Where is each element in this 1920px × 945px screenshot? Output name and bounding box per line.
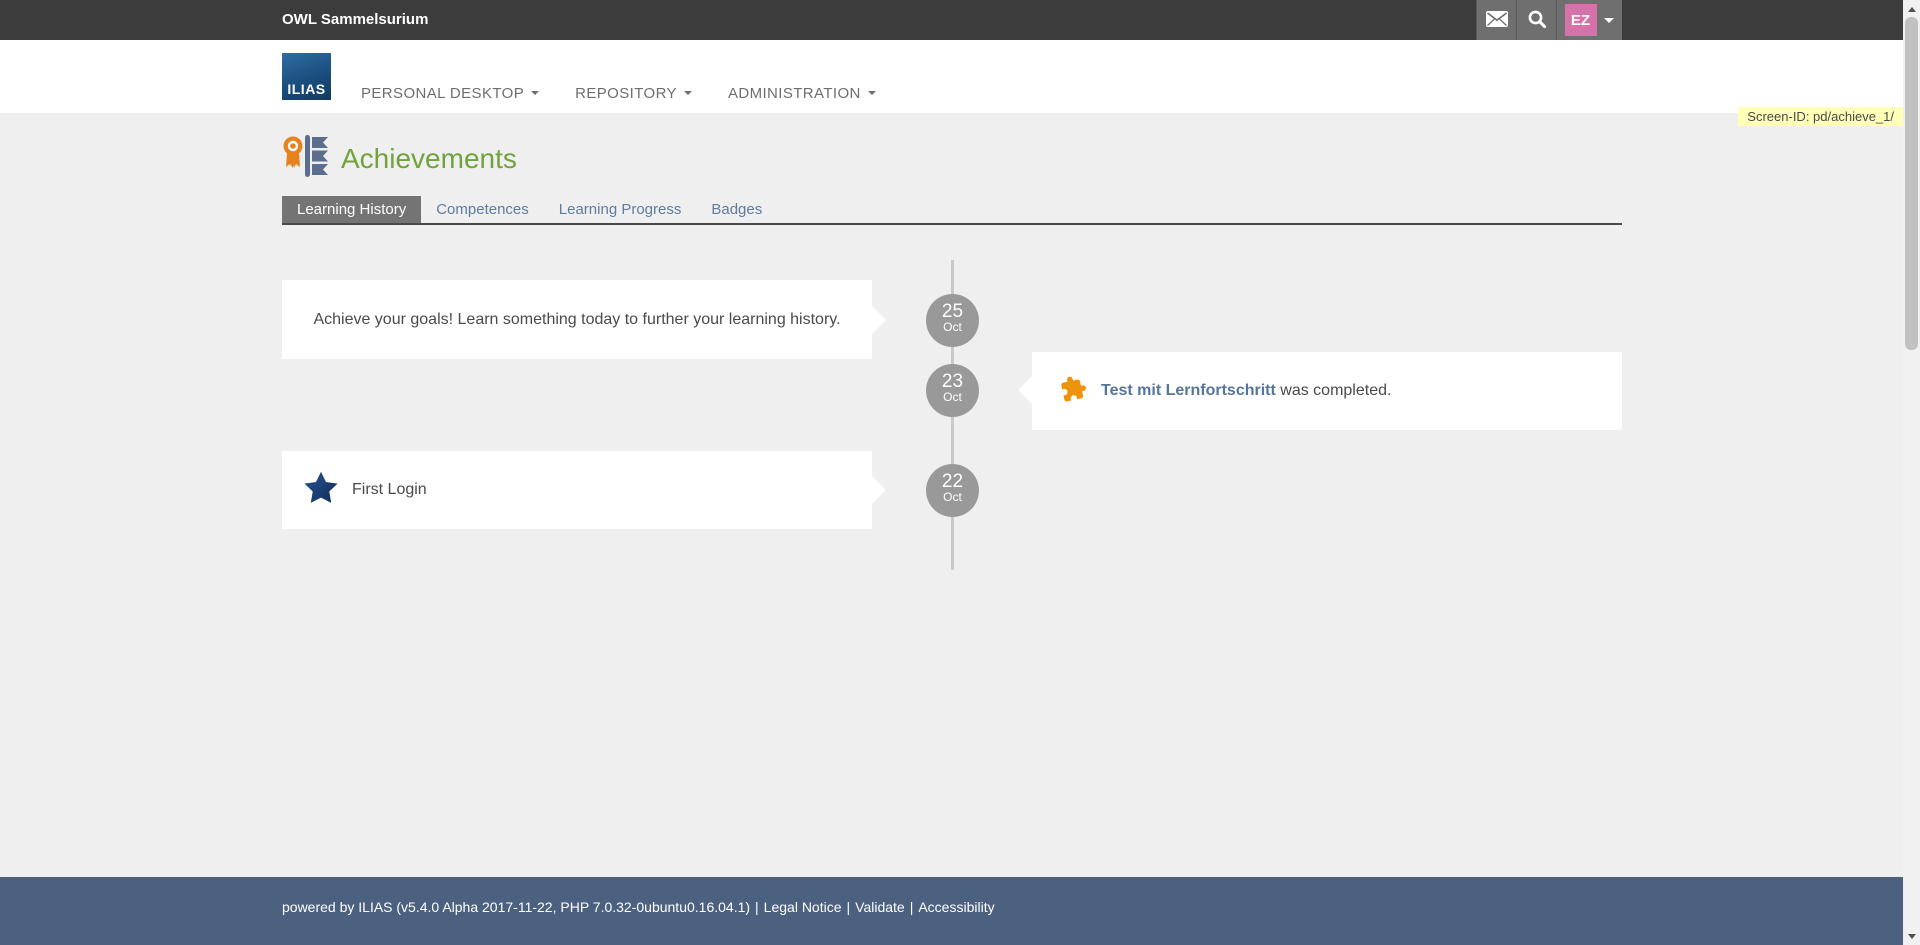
avatar: EZ [1565, 4, 1597, 36]
motivation-text: Achieve your goals! Learn something toda… [313, 311, 840, 329]
completed-suffix: was completed. [1276, 382, 1392, 399]
nav-item-repository[interactable]: REPOSITORY [575, 85, 692, 102]
vertical-scrollbar[interactable] [1903, 0, 1920, 945]
nav-item-personal-desktop[interactable]: PERSONAL DESKTOP [361, 85, 539, 102]
ilias-logo[interactable]: ILIAS [282, 53, 331, 100]
achievements-icon [281, 133, 329, 184]
page-head: Achievements [281, 133, 517, 184]
first-login-label: First Login [352, 481, 427, 499]
app-title: OWL Sammelsurium [282, 0, 428, 40]
scrollbar-thumb[interactable] [1905, 17, 1918, 350]
chevron-down-icon [531, 91, 539, 99]
validate-link[interactable]: Validate [855, 899, 905, 915]
page-title: Achievements [341, 143, 517, 175]
top-bar: OWL Sammelsurium EZ [0, 0, 1903, 40]
date-month: Oct [926, 391, 979, 404]
completed-entry-card: Test mit Lernfortschritt was completed. [1032, 352, 1622, 430]
tab-learning-history[interactable]: Learning History [282, 196, 421, 223]
completed-entry-text: Test mit Lernfortschritt was completed. [1101, 382, 1391, 400]
screen-id-badge: Screen-ID: pd/achieve_1/ [1738, 107, 1903, 126]
first-login-card: First Login [282, 451, 872, 529]
page-footer: powered by ILIAS (v5.4.0 Alpha 2017-11-2… [0, 877, 1903, 945]
footer-separator: | [847, 899, 851, 915]
scrollbar-up-arrow[interactable] [1903, 0, 1920, 17]
accessibility-link[interactable]: Accessibility [918, 899, 994, 915]
nav-item-administration[interactable]: ADMINISTRATION [728, 85, 876, 102]
chevron-down-icon [1604, 18, 1614, 28]
mail-button[interactable] [1476, 0, 1516, 40]
tab-learning-progress[interactable]: Learning Progress [544, 196, 697, 223]
user-menu-button[interactable]: EZ [1556, 0, 1622, 40]
star-icon [303, 471, 339, 510]
date-day: 25 [926, 302, 979, 321]
powered-by-text: powered by ILIAS (v5.4.0 Alpha 2017-11-2… [282, 899, 750, 915]
timeline-date-badge: 23 Oct [926, 364, 979, 417]
puzzle-icon [1060, 375, 1087, 407]
tab-competences[interactable]: Competences [421, 196, 544, 223]
chevron-down-icon [684, 91, 692, 99]
legal-notice-link[interactable]: Legal Notice [764, 899, 842, 915]
nav-label: REPOSITORY [575, 85, 677, 102]
date-month: Oct [926, 321, 979, 334]
tab-bar: Learning History Competences Learning Pr… [282, 196, 1622, 225]
date-day: 23 [926, 372, 979, 391]
tab-badges[interactable]: Badges [696, 196, 777, 223]
nav-label: PERSONAL DESKTOP [361, 85, 524, 102]
footer-separator: | [910, 899, 914, 915]
triangle-down-icon [1908, 934, 1916, 943]
test-object-link[interactable]: Test mit Lernfortschritt [1101, 382, 1276, 399]
topbar-actions: EZ [1476, 0, 1622, 40]
search-icon [1527, 9, 1547, 32]
date-month: Oct [926, 491, 979, 504]
date-day: 22 [926, 472, 979, 491]
chevron-down-icon [868, 91, 876, 99]
footer-separator: | [755, 899, 759, 915]
main-header: ILIAS PERSONAL DESKTOP REPOSITORY ADMINI… [0, 40, 1903, 113]
scrollbar-down-arrow[interactable] [1903, 928, 1920, 945]
nav-label: ADMINISTRATION [728, 85, 861, 102]
mail-icon [1486, 11, 1508, 30]
search-button[interactable] [1516, 0, 1556, 40]
timeline-date-badge: 25 Oct [926, 294, 979, 347]
timeline-date-badge: 22 Oct [926, 464, 979, 517]
main-nav: PERSONAL DESKTOP REPOSITORY ADMINISTRATI… [361, 40, 876, 113]
motivation-card: Achieve your goals! Learn something toda… [282, 280, 872, 359]
triangle-up-icon [1908, 3, 1916, 12]
